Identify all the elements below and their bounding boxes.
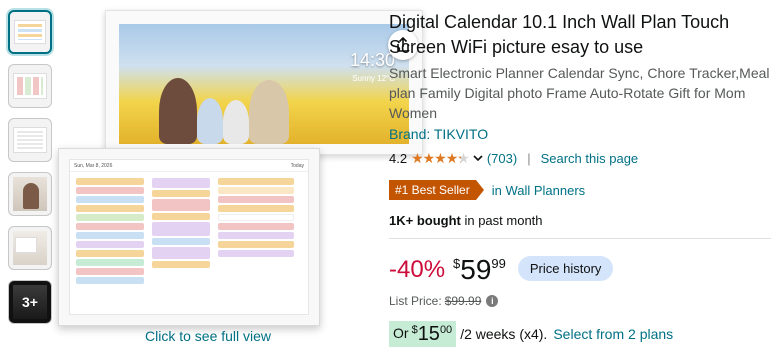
calendar-event <box>218 178 294 185</box>
calendar-event <box>218 196 294 203</box>
best-seller-row: #1 Best Seller in Wall Planners <box>389 180 773 200</box>
calendar-event <box>76 241 144 248</box>
product-subtitle: Smart Electronic Planner Calendar Sync, … <box>389 65 770 121</box>
best-seller-category-link[interactable]: in Wall Planners <box>492 183 585 198</box>
brand-link[interactable]: Brand: TIKVITO <box>389 126 773 142</box>
calendar-event <box>152 199 210 211</box>
calendar-event <box>76 232 144 239</box>
calendar-event <box>218 223 294 230</box>
family-member <box>249 80 289 144</box>
calendar-event <box>152 247 210 259</box>
thumbnail-image <box>17 131 43 149</box>
calendar-event <box>218 214 294 221</box>
main-product-image[interactable]: 14:30 Sunny 12°C Sun, Mar 8, 2026 Today <box>58 8 423 326</box>
thumbnail-strip: 3+ <box>8 10 56 334</box>
separator: | <box>527 150 531 166</box>
price-whole: 59 <box>460 254 492 285</box>
family-member <box>197 98 223 144</box>
thumbnail-3[interactable] <box>8 118 52 162</box>
calendar-event <box>152 190 210 197</box>
calendar-event <box>152 238 210 245</box>
photo-frame-device: 14:30 Sunny 12°C <box>105 10 423 155</box>
family-member <box>159 78 197 144</box>
discount-percent: -40% <box>389 256 446 283</box>
list-price-value: $99.99 <box>444 294 482 308</box>
calendar-event <box>76 178 144 185</box>
thumbnail-2[interactable] <box>8 64 52 108</box>
price-fraction: 99 <box>491 256 506 271</box>
calendar-event <box>76 268 144 275</box>
calendar-column <box>74 176 146 310</box>
family-photo: 14:30 Sunny 12°C <box>119 24 409 144</box>
payment-plan-row: Or $ 15 00 /2 weeks (x4). Select from 2 … <box>389 321 773 347</box>
calendar-event <box>76 205 144 212</box>
list-price: List Price: $99.99 i <box>389 294 773 308</box>
plan-or: Or <box>393 325 409 341</box>
family-member <box>223 100 249 144</box>
search-this-page-link[interactable]: Search this page <box>541 151 639 166</box>
calendar-screen: Sun, Mar 8, 2026 Today <box>69 159 309 315</box>
info-icon[interactable]: i <box>486 295 499 307</box>
calendar-header-date: Sun, Mar 8, 2026 <box>74 163 113 169</box>
thumbnail-more[interactable]: 3+ <box>8 280 52 324</box>
plan-price-highlight: Or $ 15 00 <box>389 321 457 347</box>
click-full-view-link[interactable]: Click to see full view <box>145 328 271 344</box>
price-row: -40% $ 59 99 Price history <box>389 253 773 291</box>
calendar-event <box>76 214 144 221</box>
calendar-column <box>150 176 212 310</box>
calendar-event <box>76 187 144 194</box>
calendar-frame-device: Sun, Mar 8, 2026 Today <box>58 148 320 326</box>
calendar-event <box>76 277 144 284</box>
bought-suffix: in past month <box>460 213 543 228</box>
calendar-event <box>152 213 210 220</box>
thumbnail-image <box>17 77 43 95</box>
plan-price-fraction: 00 <box>439 324 453 336</box>
calendar-event <box>218 232 294 239</box>
select-plans-link[interactable]: Select from 2 plans <box>553 326 673 342</box>
calendar-header-view: Today <box>290 163 304 169</box>
star-rating-icon[interactable]: ★★★★★★ <box>411 150 470 167</box>
rating-row: 4.2 ★★★★★★ (703) | Search this page <box>389 149 773 167</box>
thumbnail-1[interactable] <box>8 10 52 54</box>
price-history-button[interactable]: Price history <box>517 256 614 281</box>
product-title: Digital Calendar 10.1 Inch Wall Plan Tou… <box>389 12 730 57</box>
price-currency: $ <box>453 256 461 271</box>
calendar-event <box>76 250 144 257</box>
calendar-event <box>76 259 144 266</box>
thumbnail-image <box>23 183 39 209</box>
best-seller-badge[interactable]: #1 Best Seller <box>389 180 484 200</box>
product-details: Digital Calendar 10.1 Inch Wall Plan Tou… <box>389 10 773 347</box>
calendar-event <box>218 250 294 257</box>
calendar-event <box>152 178 210 188</box>
calendar-column <box>216 176 296 310</box>
calendar-event <box>76 223 144 230</box>
calendar-event <box>76 196 144 203</box>
calendar-event <box>152 261 210 268</box>
calendar-event <box>218 241 294 248</box>
thumbnail-4[interactable] <box>8 172 52 216</box>
calendar-event <box>218 187 294 194</box>
chevron-down-icon[interactable] <box>472 152 484 164</box>
rating-value: 4.2 <box>389 150 408 166</box>
bought-count: 1K+ bought <box>389 213 461 228</box>
bought-in-past-month: 1K+ bought in past month <box>389 213 773 228</box>
plan-price-whole: 15 <box>417 323 440 345</box>
plan-term: /2 weeks (x4). <box>460 326 548 342</box>
thumbnail-5[interactable] <box>8 226 52 270</box>
calendar-event <box>218 205 294 212</box>
list-price-label: List Price: <box>389 294 442 308</box>
review-count-link[interactable]: (703) <box>487 151 517 166</box>
thumbnail-image <box>18 24 42 40</box>
calendar-screen-header: Sun, Mar 8, 2026 Today <box>70 160 308 172</box>
more-thumbs-label: 3+ <box>22 294 38 310</box>
divider <box>389 238 771 239</box>
thumbnail-image <box>15 237 37 253</box>
calendar-event <box>152 222 210 236</box>
current-price: $ 59 99 <box>453 253 506 287</box>
